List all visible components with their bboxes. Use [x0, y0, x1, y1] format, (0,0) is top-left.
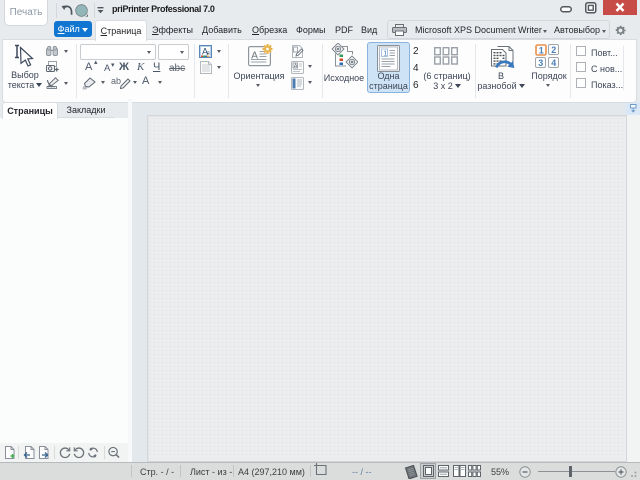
svg-text:А: А — [294, 64, 298, 70]
svg-text:1: 1 — [383, 51, 387, 58]
svg-text:2: 2 — [551, 45, 556, 55]
svg-text:4: 4 — [551, 58, 556, 68]
svg-text:3: 3 — [538, 58, 543, 68]
svg-text:1: 1 — [539, 45, 544, 55]
